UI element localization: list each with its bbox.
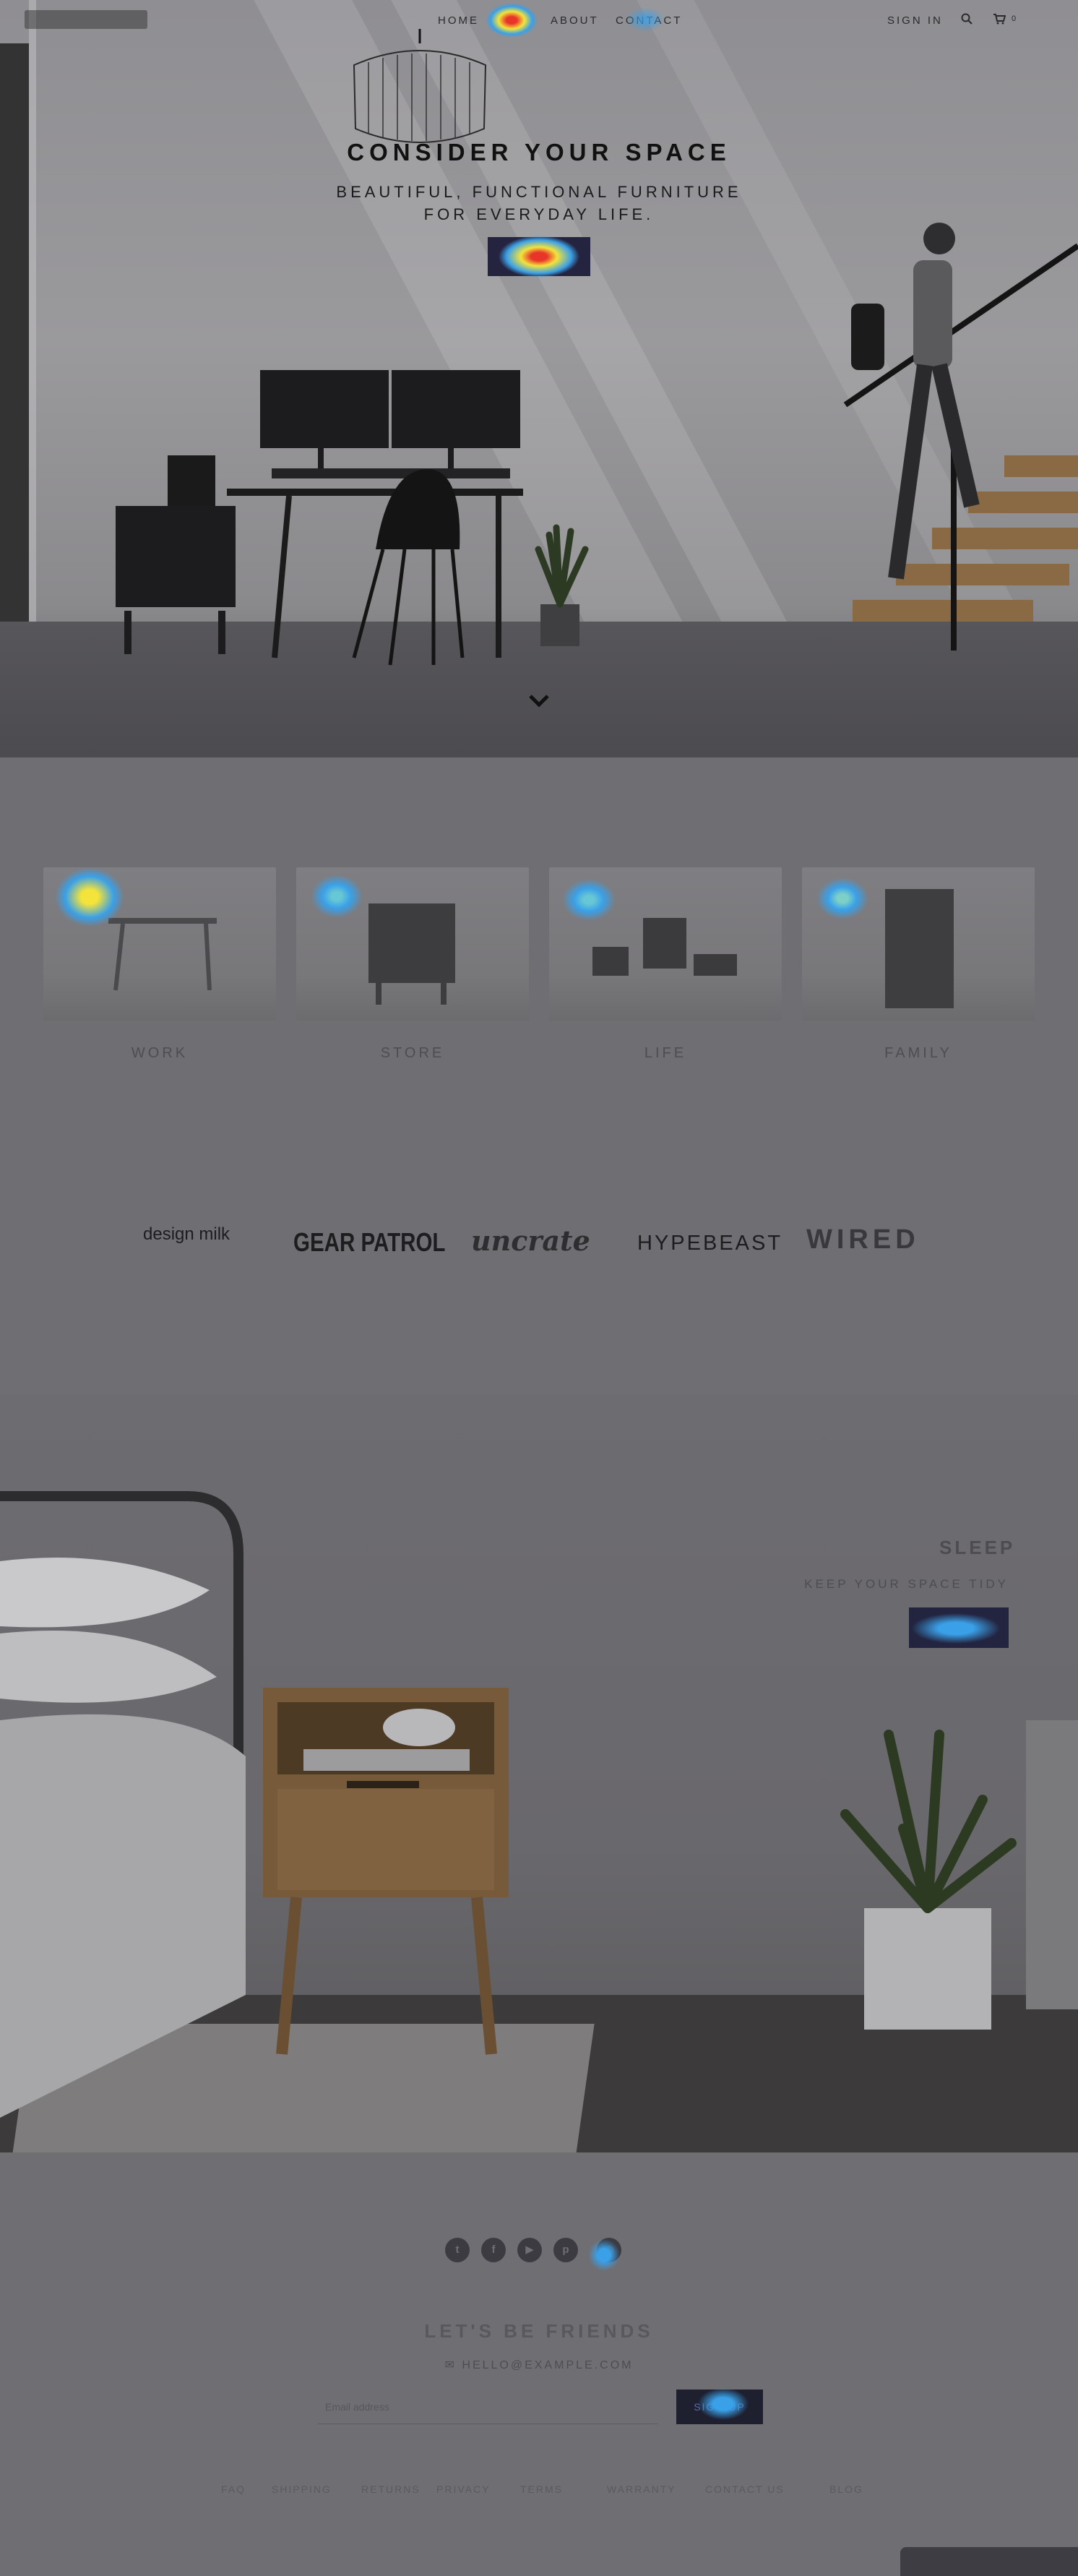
press-logo-gear-patrol[interactable]: GEAR PATROL — [293, 1227, 445, 1258]
desk-thumbnail — [108, 918, 217, 991]
nav-link-contact[interactable]: CONTACT — [616, 14, 682, 27]
press-logo-wired[interactable]: WIRED — [806, 1224, 920, 1255]
instagram-icon[interactable]: ◎ — [597, 2238, 621, 2262]
top-nav: HOME SHOP ABOUT CONTACT SIGN IN 0 — [0, 0, 1078, 43]
lets-be-friends-heading: LET'S BE FRIENDS — [424, 2320, 654, 2342]
cart-count: 0 — [1012, 14, 1019, 23]
bedroom-subtitle: KEEP YOUR SPACE TIDY — [804, 1577, 1009, 1591]
category-label-life[interactable]: LIFE — [549, 1045, 782, 1062]
bedroom-shop-button[interactable]: SHOP — [909, 1607, 1009, 1648]
footer-link-terms[interactable]: TERMS — [520, 2483, 563, 2495]
pendant-lamp — [353, 29, 487, 143]
footer-link-faq[interactable]: FAQ — [221, 2483, 246, 2495]
bedroom-shop-label: SHOP — [941, 1622, 976, 1633]
cart-icon[interactable] — [993, 13, 1006, 28]
category-card-store[interactable] — [296, 867, 529, 1021]
hero-shop-button[interactable]: SHOP — [488, 237, 590, 276]
footer-link-privacy[interactable]: PRIVACY — [436, 2483, 490, 2495]
hero-furniture-illustration — [116, 223, 1078, 666]
newsletter-signup-button[interactable]: SIGN UP — [676, 2390, 763, 2424]
plant-pot — [540, 604, 579, 646]
press-logo-uncrate[interactable]: uncrate — [471, 1224, 590, 1257]
footer-email-text[interactable]: HELLO@EXAMPLE.COM — [462, 2359, 633, 2371]
category-label-family[interactable]: FAMILY — [802, 1045, 1035, 1062]
footer-link-contact[interactable]: CONTACT US — [705, 2483, 785, 2495]
site-footer: t f ▶ p ◎ LET'S BE FRIENDS ✉ HELLO@EXAMP… — [0, 2152, 1078, 2576]
category-label-store[interactable]: STORE — [296, 1045, 529, 1062]
chat-widget-tab[interactable] — [900, 2547, 1078, 2576]
press-section: design milk GEAR PATROL uncrate HYPEBEAS… — [0, 1119, 1078, 1395]
twitter-icon[interactable]: t — [445, 2238, 470, 2262]
bedroom-illustration — [0, 1491, 1078, 2118]
hero-subtitle: BEAUTIFUL, FUNCTIONAL FURNITURE FOR EVER… — [0, 181, 1078, 226]
hero-subtitle-line2: FOR EVERYDAY LIFE. — [423, 205, 655, 223]
category-card-family[interactable] — [802, 867, 1035, 1021]
monitor-left — [260, 370, 389, 448]
category-card-life[interactable] — [549, 867, 782, 1021]
sign-in-link[interactable]: SIGN IN — [887, 14, 943, 27]
dresser-thumbnail — [885, 889, 954, 1008]
bedroom-heading: SLEEP — [939, 1537, 1016, 1558]
floor-plant-pot — [864, 1908, 991, 2030]
category-label-work[interactable]: WORK — [43, 1045, 276, 1062]
chair — [376, 469, 460, 549]
hero-shop-label: SHOP — [522, 251, 556, 262]
site-logo[interactable] — [25, 10, 147, 29]
hero-section: HOME SHOP ABOUT CONTACT SIGN IN 0 CONSID… — [0, 0, 1078, 757]
category-section: WORK STORE LIFE FAMILY — [0, 757, 1078, 1119]
mail-icon: ✉ — [444, 2359, 462, 2371]
nav-link-home[interactable]: HOME — [438, 14, 479, 27]
search-icon[interactable] — [961, 13, 973, 28]
pinterest-icon[interactable]: p — [553, 2238, 578, 2262]
monitor-right — [392, 370, 520, 448]
footer-link-returns[interactable]: RETURNS — [361, 2483, 421, 2495]
nav-link-shop[interactable]: SHOP — [494, 14, 534, 27]
category-card-work[interactable] — [43, 867, 276, 1021]
chevron-down-icon[interactable] — [526, 690, 552, 710]
footer-link-blog[interactable]: BLOG — [829, 2483, 863, 2495]
youtube-icon[interactable]: ▶ — [517, 2238, 542, 2262]
facebook-icon[interactable]: f — [481, 2238, 506, 2262]
footer-link-shipping[interactable]: SHIPPING — [272, 2483, 332, 2495]
newsletter-email-input[interactable] — [318, 2390, 657, 2424]
press-logo-design-milk[interactable]: design milk — [143, 1224, 230, 1245]
hero-subtitle-line1: BEAUTIFUL, FUNCTIONAL FURNITURE — [336, 183, 742, 201]
cabinet-thumbnail — [368, 903, 455, 1005]
bedroom-section — [0, 1395, 1078, 2152]
hero-title: CONSIDER YOUR SPACE — [347, 139, 731, 166]
accessories-thumbnail — [592, 918, 737, 976]
side-cabinet — [116, 506, 236, 607]
desk-top — [227, 489, 523, 496]
footer-email-line: ✉ HELLO@EXAMPLE.COM — [0, 2358, 1078, 2372]
footer-link-warranty[interactable]: WARRANTY — [607, 2483, 676, 2495]
press-logo-hypebeast[interactable]: HYPEBEAST — [637, 1232, 782, 1255]
nav-link-about[interactable]: ABOUT — [551, 14, 599, 27]
